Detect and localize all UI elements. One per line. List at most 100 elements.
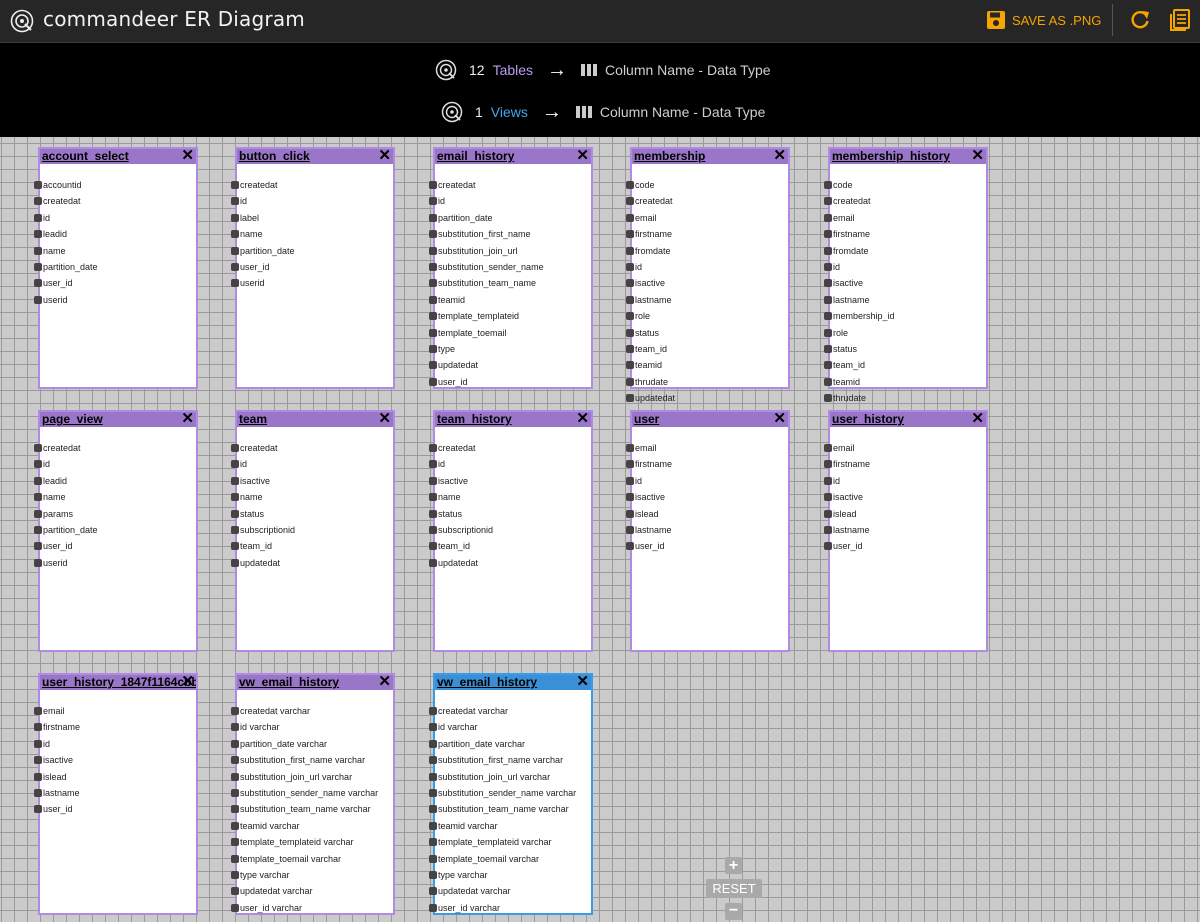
column-connector-handle[interactable] <box>429 181 437 189</box>
column-connector-handle[interactable] <box>429 821 437 830</box>
column-connector-handle[interactable] <box>231 213 239 222</box>
column-connector-handle[interactable] <box>824 328 832 337</box>
column-connector-handle[interactable] <box>626 394 634 403</box>
column-connector-handle[interactable] <box>824 312 832 321</box>
column-connector-handle[interactable] <box>626 525 634 534</box>
column-connector-handle[interactable] <box>429 903 437 912</box>
table-name[interactable]: membership_history <box>830 149 986 164</box>
close-icon[interactable]: ✕ <box>576 148 589 164</box>
table-name[interactable]: team <box>237 412 393 427</box>
column-connector-handle[interactable] <box>34 558 42 567</box>
column-connector-handle[interactable] <box>231 756 239 765</box>
column-connector-handle[interactable] <box>34 739 42 748</box>
column-connector-handle[interactable] <box>824 344 832 353</box>
column-connector-handle[interactable] <box>231 542 239 551</box>
column-connector-handle[interactable] <box>429 493 437 502</box>
column-connector-handle[interactable] <box>626 181 634 189</box>
table-name[interactable]: account_select <box>40 149 196 164</box>
table-name[interactable]: user <box>632 412 788 427</box>
column-connector-handle[interactable] <box>231 723 239 732</box>
column-connector-handle[interactable] <box>824 444 832 452</box>
column-connector-handle[interactable] <box>429 246 437 255</box>
column-connector-handle[interactable] <box>626 361 634 370</box>
column-connector-handle[interactable] <box>34 723 42 732</box>
column-connector-handle[interactable] <box>626 246 634 255</box>
column-connector-handle[interactable] <box>34 246 42 255</box>
table-card[interactable]: account_select ✕ accountid createdat id leadi… <box>34 147 198 389</box>
column-connector-handle[interactable] <box>626 312 634 321</box>
column-connector-handle[interactable] <box>429 460 437 469</box>
column-connector-handle[interactable] <box>34 788 42 797</box>
reset-button[interactable]: RESET <box>706 879 762 898</box>
column-connector-handle[interactable] <box>429 756 437 765</box>
column-connector-handle[interactable] <box>231 279 239 288</box>
table-card[interactable]: membership ✕ code createdat email firstname fr… <box>626 147 790 403</box>
column-connector-handle[interactable] <box>231 460 239 469</box>
column-connector-handle[interactable] <box>34 805 42 814</box>
column-connector-handle[interactable] <box>429 279 437 288</box>
close-icon[interactable]: ✕ <box>576 411 589 427</box>
column-connector-handle[interactable] <box>231 707 239 715</box>
column-connector-handle[interactable] <box>824 394 832 403</box>
column-connector-handle[interactable] <box>429 230 437 239</box>
column-connector-handle[interactable] <box>231 525 239 534</box>
table-name[interactable]: vw_email_history <box>237 675 393 690</box>
column-connector-handle[interactable] <box>429 295 437 304</box>
view-card[interactable]: vw_email_history ✕ createdat varchar id var… <box>429 673 593 915</box>
table-card[interactable]: user_history_1847f1164cbb47dcd80✕ email fi… <box>34 673 198 915</box>
column-connector-handle[interactable] <box>626 328 634 337</box>
table-name[interactable]: email_history <box>435 149 591 164</box>
column-connector-handle[interactable] <box>231 903 239 912</box>
column-connector-handle[interactable] <box>34 707 42 715</box>
column-connector-handle[interactable] <box>231 262 239 271</box>
column-connector-handle[interactable] <box>626 444 634 452</box>
column-connector-handle[interactable] <box>626 213 634 222</box>
table-name[interactable]: membership <box>632 149 788 164</box>
column-connector-handle[interactable] <box>231 870 239 879</box>
close-icon[interactable]: ✕ <box>378 674 391 690</box>
column-connector-handle[interactable] <box>626 493 634 502</box>
column-connector-handle[interactable] <box>34 181 42 189</box>
column-connector-handle[interactable] <box>429 805 437 814</box>
column-connector-handle[interactable] <box>824 295 832 304</box>
column-connector-handle[interactable] <box>34 460 42 469</box>
column-connector-handle[interactable] <box>231 887 239 896</box>
table-card[interactable]: user_history ✕ email firstname id isactive isl… <box>824 410 988 652</box>
column-connector-handle[interactable] <box>626 262 634 271</box>
column-connector-handle[interactable] <box>231 821 239 830</box>
table-name[interactable]: button_click <box>237 149 393 164</box>
column-connector-handle[interactable] <box>824 509 832 518</box>
column-connector-handle[interactable] <box>34 230 42 239</box>
column-connector-handle[interactable] <box>626 279 634 288</box>
er-diagram-canvas[interactable]: account_select ✕ accountid createdat id leadi… <box>0 137 1200 922</box>
column-connector-handle[interactable] <box>429 509 437 518</box>
column-connector-handle[interactable] <box>824 279 832 288</box>
column-connector-handle[interactable] <box>824 181 832 189</box>
column-connector-handle[interactable] <box>231 854 239 863</box>
column-connector-handle[interactable] <box>824 213 832 222</box>
column-connector-handle[interactable] <box>824 476 832 485</box>
table-name[interactable]: user_history_1847f1164cbb47dcd80 <box>40 675 196 690</box>
column-connector-handle[interactable] <box>231 788 239 797</box>
table-card[interactable]: team ✕ createdat id isactive name status subscr… <box>231 410 395 652</box>
column-connector-handle[interactable] <box>429 542 437 551</box>
column-connector-handle[interactable] <box>231 476 239 485</box>
column-connector-handle[interactable] <box>626 460 634 469</box>
column-connector-handle[interactable] <box>34 295 42 304</box>
column-connector-handle[interactable] <box>34 525 42 534</box>
column-connector-handle[interactable] <box>429 707 437 715</box>
column-connector-handle[interactable] <box>824 460 832 469</box>
column-connector-handle[interactable] <box>34 262 42 271</box>
column-connector-handle[interactable] <box>429 838 437 847</box>
column-connector-handle[interactable] <box>429 377 437 386</box>
zoom-out-button[interactable]: − <box>725 903 742 920</box>
column-connector-handle[interactable] <box>34 197 42 206</box>
close-icon[interactable]: ✕ <box>181 148 194 164</box>
column-connector-handle[interactable] <box>429 887 437 896</box>
column-connector-handle[interactable] <box>34 772 42 781</box>
column-connector-handle[interactable] <box>626 542 634 551</box>
column-connector-handle[interactable] <box>824 542 832 551</box>
table-card[interactable]: email_history ✕ createdat id partition_date s… <box>429 147 593 389</box>
column-connector-handle[interactable] <box>824 230 832 239</box>
table-card[interactable]: membership_history ✕ code createdat email fir… <box>824 147 988 403</box>
